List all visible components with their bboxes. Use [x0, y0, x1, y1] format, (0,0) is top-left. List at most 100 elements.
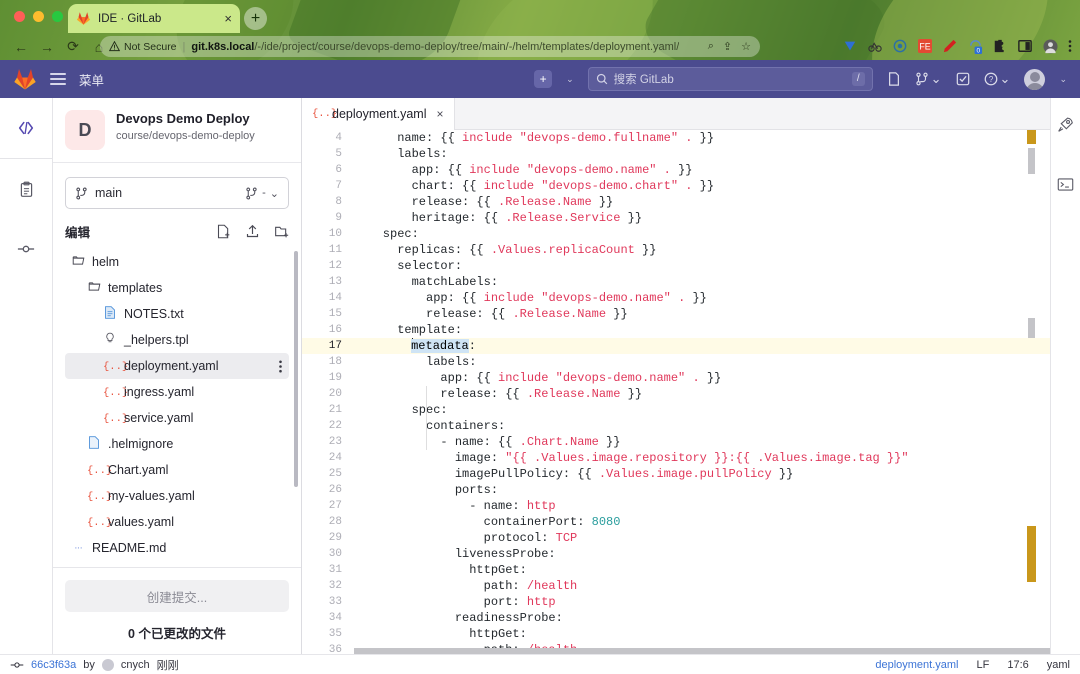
file-tree-item[interactable]: {..} deployment.yaml	[65, 353, 289, 379]
chevron-down-icon[interactable]: ⌄	[270, 187, 279, 200]
status-language[interactable]: yaml	[1047, 659, 1070, 671]
code-line[interactable]: 30 livenessProbe:	[302, 546, 1050, 562]
minimize-window-button[interactable]	[33, 11, 44, 22]
line-content[interactable]: selector:	[354, 258, 1050, 274]
forward-button[interactable]: →	[34, 34, 60, 60]
line-content[interactable]: imagePullPolicy: {{ .Values.image.pullPo…	[354, 466, 1050, 482]
code-line[interactable]: 17 metadata:	[302, 338, 1050, 354]
file-tree-item[interactable]: {..} Chart.yaml	[65, 457, 289, 483]
reload-button[interactable]: ⟳	[60, 34, 86, 60]
menu-label[interactable]: 菜单	[79, 70, 104, 89]
upload-file-icon[interactable]	[245, 224, 260, 239]
kebab-menu-icon[interactable]	[1068, 39, 1072, 54]
editor-tab-deployment-yaml[interactable]: {..} deployment.yaml ×	[302, 98, 455, 130]
code-line[interactable]: 14 app: {{ include "devops-demo.name" . …	[302, 290, 1050, 306]
line-content[interactable]: containerPort: 8080	[354, 514, 1050, 530]
code-line[interactable]: 5 labels:	[302, 146, 1050, 162]
file-tree-item[interactable]: helm	[65, 249, 289, 275]
code-line[interactable]: 13 matchLabels:	[302, 274, 1050, 290]
line-content[interactable]: matchLabels:	[354, 274, 1050, 290]
fe-icon[interactable]: FE	[918, 39, 933, 54]
puzzle-extension-icon[interactable]	[993, 39, 1008, 54]
avatar[interactable]	[1024, 68, 1046, 90]
line-content[interactable]: containers:	[354, 418, 1050, 434]
bookmark-star-icon[interactable]: ☆	[741, 40, 751, 53]
file-tree-item[interactable]: NOTES.txt	[65, 301, 289, 327]
file-tree[interactable]: helm templates NOTES.txt _helpers.tpl {..} de…	[53, 247, 301, 567]
new-folder-icon[interactable]	[274, 224, 289, 239]
extension-icons[interactable]: FE 0	[843, 36, 1072, 57]
todos-icon[interactable]	[956, 72, 970, 86]
file-tree-item[interactable]: {..} my-values.yaml	[65, 483, 289, 509]
help-icon[interactable]: ? ⌄	[984, 71, 1011, 87]
address-bar[interactable]: Not Secure | git.k8s.local/-/ide/project…	[100, 36, 760, 57]
line-content[interactable]: httpGet:	[354, 626, 1050, 642]
code-line[interactable]: 35 httpGet:	[302, 626, 1050, 642]
gitlab-logo-icon[interactable]	[13, 67, 37, 91]
share-icon[interactable]: ⇪	[723, 40, 732, 53]
code-line[interactable]: 23 - name: {{ .Chart.Name }}	[302, 434, 1050, 450]
file-tree-item[interactable]: templates	[65, 275, 289, 301]
close-icon[interactable]: ×	[224, 12, 232, 25]
new-file-icon[interactable]	[216, 224, 231, 239]
rocket-icon[interactable]	[1057, 116, 1074, 136]
file-tree-item[interactable]: .helmignore	[65, 431, 289, 457]
line-content[interactable]: - name: http	[354, 498, 1050, 514]
sidebar-item-review[interactable]	[0, 159, 53, 219]
edit-section-actions[interactable]	[216, 224, 289, 239]
code-lines[interactable]: 4 name: {{ include "devops-demo.fullname…	[302, 130, 1050, 654]
chevron-down-icon-2[interactable]: ⌄	[1000, 71, 1011, 87]
branch-selector[interactable]: main - ⌄	[65, 177, 289, 209]
code-line[interactable]: 9 heritage: {{ .Release.Service }}	[302, 210, 1050, 226]
file-tree-item[interactable]: _helpers.tpl	[65, 327, 289, 353]
code-line[interactable]: 12 selector:	[302, 258, 1050, 274]
terminal-icon[interactable]	[1057, 176, 1074, 196]
file-tree-item[interactable]: {..} service.yaml	[65, 405, 289, 431]
file-tree-item[interactable]: {..} values.yaml	[65, 509, 289, 535]
menu-hamburger-icon[interactable]	[50, 73, 66, 85]
status-eol[interactable]: LF	[977, 659, 990, 671]
line-content[interactable]: chart: {{ include "devops-demo.chart" . …	[354, 178, 1050, 194]
line-content[interactable]: name: {{ include "devops-demo.fullname" …	[354, 130, 1050, 146]
cycling-icon[interactable]	[868, 39, 883, 54]
pen-icon[interactable]	[943, 39, 958, 54]
branch-merge-info[interactable]: - ⌄	[245, 187, 279, 200]
line-content[interactable]: protocol: TCP	[354, 530, 1050, 546]
code-line[interactable]: 33 port: http	[302, 594, 1050, 610]
file-tree-scrollbar[interactable]	[294, 251, 298, 487]
file-tree-item[interactable]: {..} ingress.yaml	[65, 379, 289, 405]
omnibox-actions[interactable]: ⌕ ⇪ ☆	[708, 40, 751, 53]
code-line[interactable]: 20 release: {{ .Release.Name }}	[302, 386, 1050, 402]
line-content[interactable]: image: "{{ .Values.image.repository }}:{…	[354, 450, 1050, 466]
line-content[interactable]: ports:	[354, 482, 1050, 498]
sidepanel-icon[interactable]	[1018, 39, 1033, 54]
maximize-window-button[interactable]	[52, 11, 63, 22]
code-line[interactable]: 11 replicas: {{ .Values.replicaCount }}	[302, 242, 1050, 258]
code-line[interactable]: 24 image: "{{ .Values.image.repository }…	[302, 450, 1050, 466]
not-secure-indicator[interactable]: Not Secure	[109, 41, 177, 53]
code-line[interactable]: 25 imagePullPolicy: {{ .Values.image.pul…	[302, 466, 1050, 482]
new-item-icon-2[interactable]	[887, 72, 901, 86]
chevron-down-icon[interactable]: ⌄	[931, 71, 942, 87]
commit-sha-link[interactable]: 66c3f63a	[31, 659, 76, 671]
file-tree-item[interactable]: ··· README.md	[65, 535, 289, 561]
line-content[interactable]: port: http	[354, 594, 1050, 610]
code-line[interactable]: 21 spec:	[302, 402, 1050, 418]
status-cursor-position[interactable]: 17:6	[1007, 659, 1028, 671]
code-line[interactable]: 22 containers:	[302, 418, 1050, 434]
code-line[interactable]: 28 containerPort: 8080	[302, 514, 1050, 530]
sidebar-item-commit[interactable]	[0, 219, 53, 279]
zoom-icon[interactable]: ⌕	[708, 40, 714, 53]
scroll-thumb-upper[interactable]	[1028, 148, 1035, 174]
line-content[interactable]: replicas: {{ .Values.replicaCount }}	[354, 242, 1050, 258]
line-content[interactable]: release: {{ .Release.Name }}	[354, 194, 1050, 210]
scroll-thumb-middle[interactable]	[1028, 318, 1035, 338]
code-line[interactable]: 31 httpGet:	[302, 562, 1050, 578]
line-content[interactable]: httpGet:	[354, 562, 1050, 578]
v-shield-icon[interactable]	[843, 39, 858, 54]
code-line[interactable]: 15 release: {{ .Release.Name }}	[302, 306, 1050, 322]
line-content[interactable]: release: {{ .Release.Name }}	[354, 386, 1050, 402]
code-line[interactable]: 6 app: {{ include "devops-demo.name" . }…	[302, 162, 1050, 178]
line-content[interactable]: app: {{ include "devops-demo.name" . }}	[354, 162, 1050, 178]
line-content[interactable]: livenessProbe:	[354, 546, 1050, 562]
